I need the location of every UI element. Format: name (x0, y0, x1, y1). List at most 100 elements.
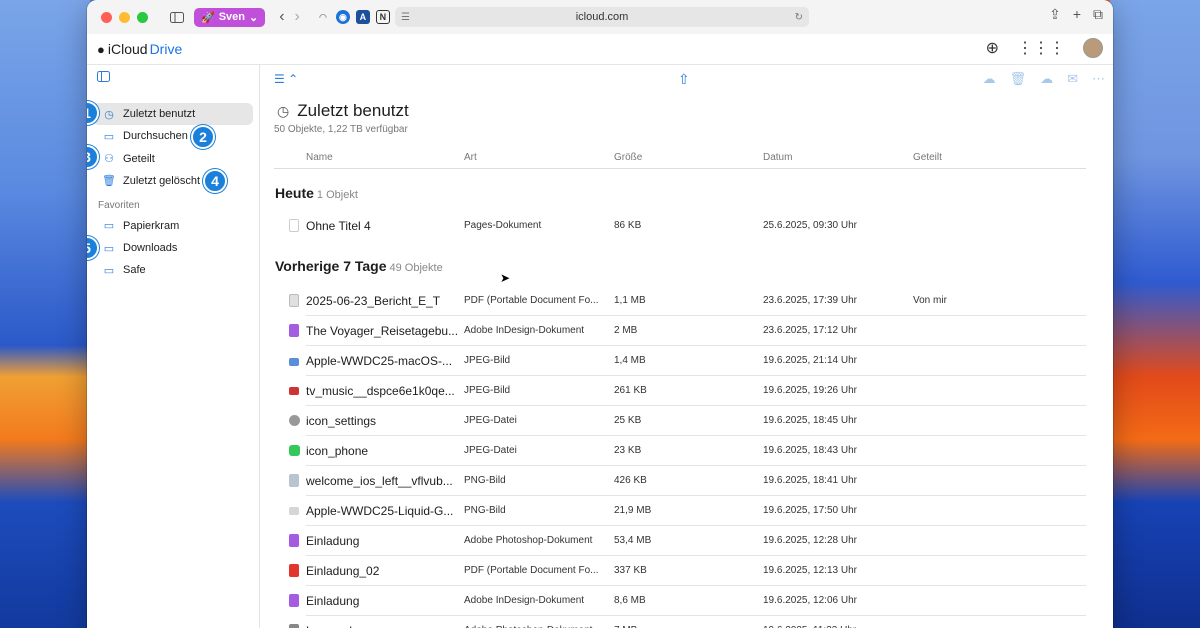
table-row[interactable]: 2025-06-23_Bericht_E_T PDF (Portable Docu… (274, 286, 1086, 315)
sidebar-item-safe[interactable]: ▭ Safe (93, 259, 253, 281)
table-row[interactable]: icon_settings JPEG-Datei 25 KB 19.6.2025, 1… (274, 406, 1086, 435)
column-date[interactable]: Datum (763, 152, 913, 163)
cell-kind: JPEG-Bild (464, 355, 511, 366)
table-row[interactable]: The Voyager_Reisetagebu... Adobe InDesign… (274, 316, 1086, 345)
close-window-button[interactable] (101, 11, 112, 23)
table-row[interactable]: Einladung_02 PDF (Portable Document Fo...… (274, 556, 1086, 585)
table-row[interactable]: Ohne Titel 4 Pages-Dokument 86 KB 25.6.2025… (274, 211, 1086, 240)
new-tab-icon[interactable]: + (1073, 6, 1081, 23)
table-row[interactable]: Einladung Adobe InDesign-Dokument 8,6 MB 19… (274, 586, 1086, 615)
page-settings-icon[interactable]: ☰ (401, 12, 410, 23)
table-row[interactable]: LeseprobeAdobe Photoshop-Dokument7 MB19.… (274, 616, 1086, 628)
sidebar-item-label: Zuletzt gelöscht (123, 174, 201, 187)
delete-icon[interactable]: 🗑 (1010, 71, 1027, 87)
table-row[interactable]: Apple-WWDC25-Liquid-G... PNG-Bild 21,9 MB 1… (274, 496, 1086, 525)
chevron-down-icon: ⌄ (249, 11, 259, 24)
file-cell-icon (274, 219, 306, 232)
rss-icon[interactable]: ◠ (316, 10, 330, 24)
cell-size: 337 KB (614, 565, 647, 576)
back-icon[interactable]: ‹ (279, 8, 284, 26)
mail-icon[interactable]: ✉ (1067, 71, 1078, 87)
cell-size: 2 MB (614, 325, 638, 336)
minimize-window-button[interactable] (119, 11, 130, 23)
share-folder-icon[interactable]: ☁ (1040, 71, 1053, 87)
table-row[interactable]: Einladung Adobe Photoshop-Dokument 53,4 MB… (274, 526, 1086, 555)
cell-date: 19.6.2025, 18:41 Uhr (763, 475, 857, 486)
file-icon (289, 219, 299, 232)
reload-icon[interactable]: ↻ (795, 12, 803, 23)
file-cell-icon (274, 415, 306, 426)
list-view-icon[interactable]: ☰ ⌃ (274, 72, 298, 86)
sidebar-item-downloads[interactable]: ▭ Downloads (93, 237, 253, 259)
column-size[interactable]: Größe (614, 152, 763, 163)
sidebar-item-label: Geteilt (123, 152, 155, 165)
cell-date: 19.6.2025, 18:43 Uhr (763, 445, 857, 456)
zoom-window-button[interactable] (137, 11, 148, 23)
file-cell-icon (274, 356, 306, 366)
cell-kind: Adobe InDesign-Dokument (464, 595, 585, 606)
more-icon[interactable]: ⋯ (1092, 71, 1105, 87)
sidebar-toggle-icon[interactable] (166, 6, 188, 28)
tab-overview-icon[interactable]: ⧉ (1093, 6, 1103, 23)
translate-extension-icon[interactable]: A (355, 10, 370, 24)
file-icon (289, 506, 299, 515)
cell-name: Einladung_02 (306, 563, 380, 578)
annotation-badge-4: 4 (203, 169, 227, 193)
app-brand[interactable]: ● iCloud Drive (97, 41, 182, 57)
cell-date: 19.6.2025, 17:50 Uhr (763, 505, 857, 516)
extension-eye-icon[interactable]: ◉ (335, 10, 350, 24)
cell-kind: JPEG-Datei (464, 445, 517, 456)
cell-name: Einladung (306, 533, 360, 548)
sidebar-item-deleted[interactable]: 🗑 Zuletzt gelöscht (93, 170, 253, 192)
address-text: icloud.com (575, 11, 629, 23)
avatar[interactable] (1083, 38, 1103, 58)
group-count: 49 Objekte (389, 262, 443, 274)
sidebar-item-browse[interactable]: ▭ Durchsuchen (93, 125, 253, 147)
cell-name: The Voyager_Reisetagebu... (306, 323, 459, 338)
brand-product: Drive (149, 41, 183, 57)
cell-name: tv_music__dspce6e1k0qe... (306, 383, 455, 398)
cell-kind: Pages-Dokument (464, 220, 542, 231)
column-shared[interactable]: Geteilt (913, 152, 1086, 163)
file-cell-icon (274, 594, 306, 607)
sidebar-item-shared[interactable]: ⚇ Geteilt (93, 148, 253, 170)
cell-size: 21,9 MB (614, 505, 652, 516)
table-row[interactable]: icon_phone JPEG-Datei 23 KB 19.6.2025, 18:4… (274, 436, 1086, 465)
column-kind[interactable]: Art (464, 152, 614, 163)
file-icon (289, 564, 299, 577)
column-name[interactable]: Name (306, 152, 464, 163)
annotation-badge-2: 2 (191, 125, 215, 149)
cell-date: 19.6.2025, 12:13 Uhr (763, 565, 857, 576)
add-icon[interactable]: ⊕ (986, 38, 999, 58)
cell-name: Apple-WWDC25-Liquid-G... (306, 503, 454, 518)
file-cell-icon (274, 294, 306, 307)
cell-size: 8,6 MB (614, 595, 646, 606)
file-cell-icon (274, 474, 306, 487)
table-row[interactable]: welcome_ios_left__vflvub... PNG-Bild 426 K… (274, 466, 1086, 495)
sidebar-collapse-icon[interactable] (97, 71, 259, 89)
cell-name: 2025-06-23_Bericht_E_T (306, 293, 441, 308)
file-icon (289, 445, 300, 456)
profile-button[interactable]: 🚀 Sven ⌄ (194, 7, 266, 27)
share-icon[interactable]: ⇪ (1049, 6, 1061, 23)
notion-extension-icon[interactable]: N (375, 10, 390, 24)
address-bar[interactable]: ☰ icloud.com ↻ (395, 7, 809, 27)
download-icon[interactable]: ☁ (983, 71, 996, 87)
file-icon (289, 594, 299, 607)
file-cell-icon (274, 506, 306, 515)
file-cell-icon (274, 534, 306, 547)
group-heading: Heute 1 Objekt (275, 185, 1113, 201)
window-controls (101, 11, 148, 23)
sidebar-item-papierkram[interactable]: ▭ Papierkram (93, 215, 253, 237)
cell-kind: Adobe InDesign-Dokument (464, 325, 585, 336)
app-grid-icon[interactable]: ⋮⋮⋮ (1017, 38, 1065, 58)
forward-icon[interactable]: › (295, 8, 300, 26)
cell-kind: PDF (Portable Document Fo... (464, 295, 599, 306)
cell-name: Leseprobe (306, 624, 464, 628)
table-row[interactable]: Apple-WWDC25-macOS-... JPEG-Bild 1,4 MB 19.… (274, 346, 1086, 375)
file-cell-icon (274, 386, 306, 395)
table-row[interactable]: tv_music__dspce6e1k0qe... JPEG-Bild 261 KB… (274, 376, 1086, 405)
cell-kind: Adobe Photoshop-Dokument (464, 535, 593, 546)
upload-icon[interactable]: ⇧ (678, 71, 690, 88)
sidebar-item-recent[interactable]: ◷ Zuletzt benutzt (93, 103, 253, 125)
